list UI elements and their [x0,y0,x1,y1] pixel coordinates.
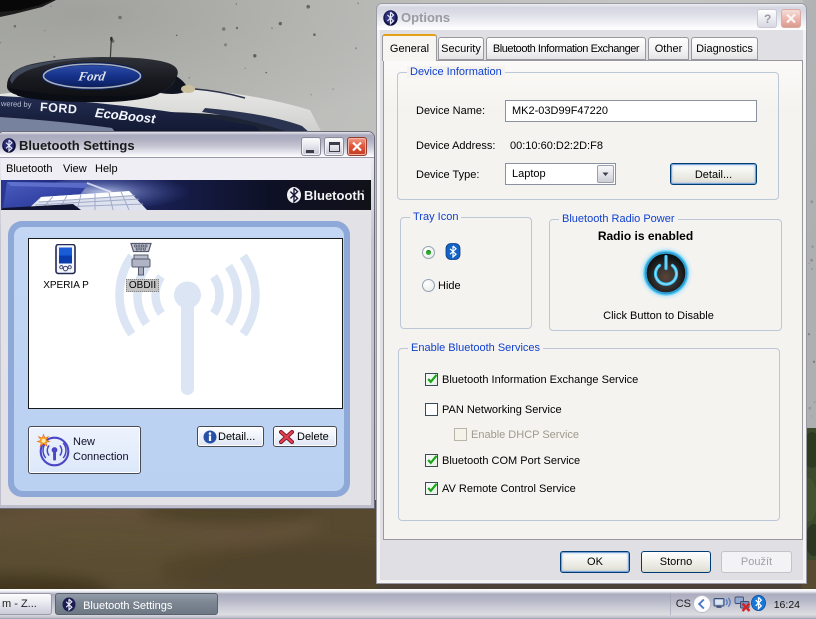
svg-text:Bluetooth: Bluetooth [304,188,365,203]
svg-text:FORD: FORD [40,100,78,117]
svg-text:Ford: Ford [76,69,107,84]
svg-text:wered by: wered by [0,99,32,109]
